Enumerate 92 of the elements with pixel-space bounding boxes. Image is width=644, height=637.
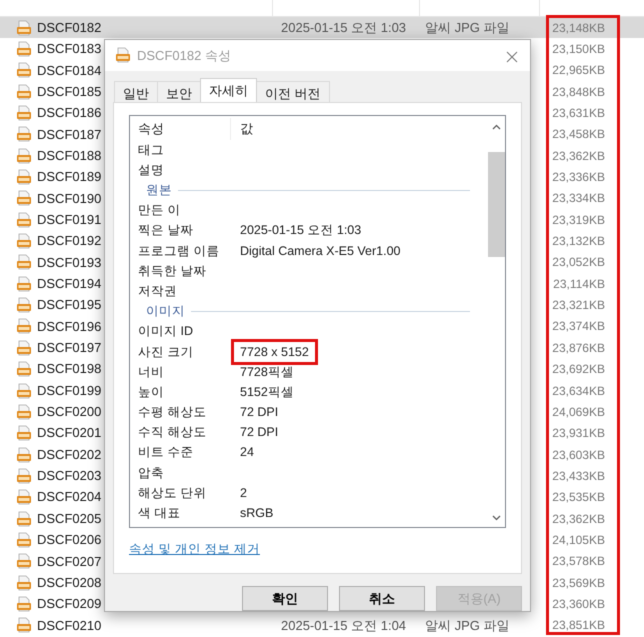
file-type: 알씨 JPG 파일	[425, 20, 510, 35]
file-name: DSCF0187	[37, 126, 102, 144]
window-title: DSCF0182 속성	[137, 46, 231, 65]
property-value: 7728 x 5152	[240, 344, 309, 361]
file-size: 23,114KB	[553, 276, 605, 291]
file-size: 23,334KB	[552, 191, 605, 206]
file-name: DSCF0209	[37, 595, 102, 614]
property-name: 압축	[138, 464, 165, 482]
modified-date: 2025-01-15 오전 1:03	[281, 20, 406, 35]
section-heading: 원본	[146, 182, 172, 200]
file-name: DSCF0202	[37, 446, 102, 464]
file-size: 23,535KB	[552, 490, 605, 504]
file-name: DSCF0206	[37, 531, 102, 550]
property-name: 사진 크기	[138, 344, 194, 361]
modified-date: 2025-01-15 오전 1:04	[281, 618, 406, 633]
file-size: 23,433KB	[552, 468, 605, 483]
property-name: 설명	[138, 162, 165, 179]
file-name: DSCF0183	[37, 40, 102, 58]
file-name: DSCF0195	[37, 296, 102, 314]
file-name: DSCF0184	[37, 62, 102, 80]
property-value: 5152픽셀	[240, 384, 294, 401]
file-size: 24,105KB	[552, 532, 605, 547]
file-name: DSCF0197	[37, 339, 102, 358]
file-name: DSCF0198	[37, 360, 102, 378]
file-name: DSCF0207	[37, 552, 102, 571]
file-name: DSCF0199	[37, 382, 102, 400]
file-name: DSCF0196	[37, 318, 102, 336]
property-value: Digital Camera X-E5 Ver1.00	[240, 242, 400, 260]
file-name: DSCF0210	[37, 616, 102, 635]
file-name: DSCF0201	[37, 424, 102, 442]
property-name: 찍은 날짜	[138, 222, 194, 240]
property-value: 72 DPI	[240, 424, 278, 442]
property-name: 저작권	[138, 282, 178, 300]
file-name: DSCF0203	[37, 467, 102, 486]
file-size: 23,631KB	[552, 106, 605, 120]
file-size: 24,069KB	[552, 404, 605, 419]
property-value: 7728픽셀	[240, 364, 294, 381]
property-name: 높이	[138, 384, 165, 401]
file-size: 23,603KB	[552, 448, 605, 462]
file-name: DSCF0193	[37, 254, 102, 272]
file-size: 23,692KB	[552, 362, 605, 376]
file-size: 23,336KB	[552, 170, 605, 184]
property-value: sRGB	[240, 505, 274, 522]
file-size: 23,148KB	[552, 20, 605, 35]
file-name: DSCF0182	[37, 18, 102, 37]
file-name: DSCF0191	[37, 211, 102, 230]
property-name: 수직 해상도	[138, 424, 208, 442]
property-name: 취득한 날짜	[138, 262, 208, 280]
file-size: 23,360KB	[552, 596, 605, 611]
property-value: 2	[240, 484, 247, 502]
property-name: 해상도 단위	[138, 484, 208, 502]
property-value: 72 DPI	[240, 404, 278, 422]
file-name: DSCF0188	[37, 146, 102, 165]
file-name: DSCF0204	[37, 488, 102, 506]
file-size: 23,931KB	[552, 426, 605, 440]
property-name: 색 대표	[138, 505, 182, 522]
file-name: DSCF0200	[37, 403, 102, 422]
file-size: 23,319KB	[552, 212, 605, 227]
property-name: 태그	[138, 142, 165, 159]
file-size: 23,569KB	[552, 576, 605, 590]
file-name: DSCF0192	[37, 232, 102, 250]
file-size: 23,132KB	[552, 234, 605, 248]
property-name: 비트 수준	[138, 444, 194, 462]
file-name: DSCF0190	[37, 190, 102, 208]
file-size: 23,848KB	[552, 84, 605, 99]
property-name: 수평 해상도	[138, 404, 208, 422]
file-size: 23,374KB	[552, 319, 605, 334]
file-size: 23,578KB	[552, 554, 605, 568]
file-size: 23,321KB	[552, 298, 605, 312]
property-name: 이미지 ID	[138, 323, 194, 340]
file-size: 23,851KB	[552, 618, 605, 632]
file-size: 23,052KB	[552, 255, 605, 270]
section-heading: 이미지	[146, 303, 185, 320]
property-value: 2025-01-15 오전 1:03	[240, 222, 362, 240]
file-name: DSCF0194	[37, 275, 102, 294]
property-name: 너비	[138, 364, 165, 381]
property-value: 24	[240, 444, 254, 462]
property-name: 프로그램 이름	[138, 242, 220, 260]
file-size: 23,634KB	[552, 384, 605, 398]
file-name: DSCF0205	[37, 510, 102, 528]
file-size: 22,965KB	[552, 63, 605, 78]
file-name: DSCF0185	[37, 82, 102, 101]
file-name: DSCF0189	[37, 168, 102, 186]
file-size: 23,362KB	[552, 148, 605, 163]
file-size: 23,458KB	[552, 127, 605, 142]
file-type: 알씨 JPG 파일	[425, 618, 510, 633]
file-name: DSCF0208	[37, 574, 102, 592]
file-name: DSCF0186	[37, 104, 102, 122]
file-size: 23,362KB	[552, 512, 605, 526]
property-name: 만든 이	[138, 202, 182, 220]
file-size: 23,876KB	[552, 340, 605, 355]
file-size: 23,150KB	[552, 42, 605, 56]
